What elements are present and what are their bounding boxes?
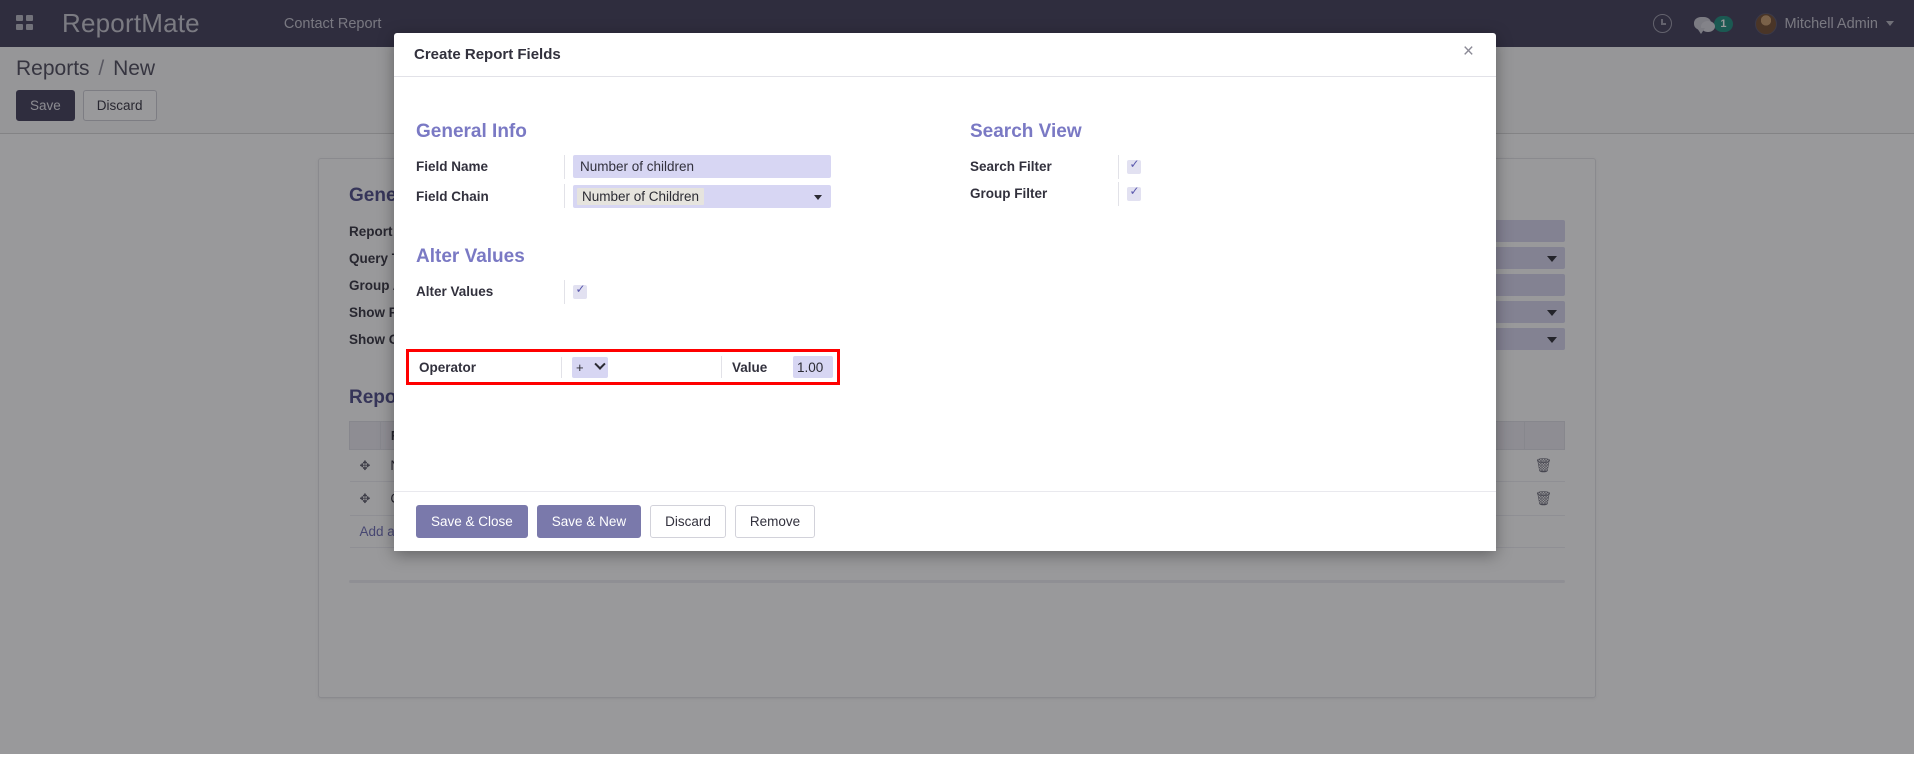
save-and-close-button[interactable]: Save & Close: [416, 505, 528, 538]
operator-value-highlight-row: Operator + Value: [406, 349, 840, 385]
chevron-down-icon: [594, 359, 605, 370]
row-search-filter: Search Filter: [970, 153, 1406, 180]
label-operator: Operator: [413, 360, 561, 375]
search-filter-wrapper: [1118, 155, 1141, 179]
field-chain-value: Number of Children: [577, 188, 704, 205]
value-input[interactable]: [793, 356, 833, 378]
label-group-filter: Group Filter: [970, 186, 1118, 201]
operator-select[interactable]: +: [572, 357, 608, 378]
modal-title: Create Report Fields: [414, 46, 561, 63]
value-wrapper: Value: [721, 356, 833, 378]
field-name-input[interactable]: [573, 155, 831, 178]
label-search-filter: Search Filter: [970, 159, 1118, 174]
operator-value: +: [576, 360, 584, 375]
row-field-name: Field Name: [416, 153, 946, 180]
field-name-wrapper: [564, 155, 831, 179]
label-field-chain: Field Chain: [416, 189, 564, 204]
close-icon[interactable]: ×: [1457, 41, 1480, 63]
search-view-title: Search View: [970, 121, 1406, 143]
row-group-filter: Group Filter: [970, 180, 1406, 207]
modal-left-column: General Info Field Name Field Chain Numb…: [416, 121, 946, 305]
group-filter-wrapper: [1118, 182, 1141, 206]
alter-values-section: Alter Values Alter Values: [416, 246, 946, 305]
label-field-name: Field Name: [416, 159, 564, 174]
modal-body: General Info Field Name Field Chain Numb…: [394, 77, 1496, 491]
row-alter-values-toggle: Alter Values: [416, 278, 946, 305]
checkbox-alter-values[interactable]: [573, 285, 587, 299]
field-chain-wrapper: Number of Children: [564, 184, 831, 208]
modal-discard-button[interactable]: Discard: [650, 505, 726, 538]
save-and-new-button[interactable]: Save & New: [537, 505, 641, 538]
label-alter-values: Alter Values: [416, 284, 564, 299]
alter-values-title: Alter Values: [416, 246, 946, 268]
create-report-fields-dialog: Create Report Fields × General Info Fiel…: [394, 33, 1496, 551]
label-value: Value: [732, 360, 767, 375]
checkbox-group-filter[interactable]: [1127, 187, 1141, 201]
modal-header: Create Report Fields ×: [394, 33, 1496, 77]
modal-columns: General Info Field Name Field Chain Numb…: [394, 121, 1496, 305]
field-chain-select[interactable]: Number of Children: [573, 185, 831, 208]
checkbox-search-filter[interactable]: [1127, 160, 1141, 174]
remove-button[interactable]: Remove: [735, 505, 815, 538]
modal-right-column: Search View Search Filter Group Filter: [946, 121, 1406, 305]
operator-wrapper: +: [561, 357, 721, 378]
modal-footer: Save & Close Save & New Discard Remove: [394, 491, 1496, 551]
general-info-title: General Info: [416, 121, 946, 143]
row-field-chain: Field Chain Number of Children: [416, 180, 946, 212]
alter-values-wrapper: [564, 280, 587, 304]
